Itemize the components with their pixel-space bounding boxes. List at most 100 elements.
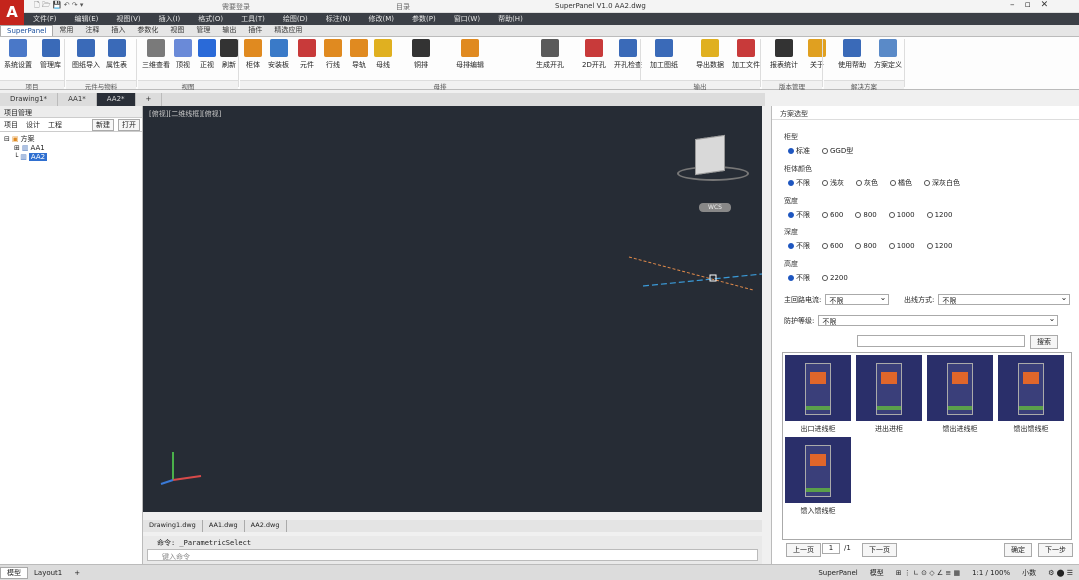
menu-edit[interactable]: 编辑(E)	[66, 14, 108, 24]
radio-option[interactable]: 2200	[822, 273, 848, 283]
radio-option[interactable]: 不限	[788, 178, 810, 188]
confirm-button[interactable]: 确定	[1004, 543, 1032, 557]
radio-option[interactable]: 1200	[926, 210, 952, 220]
radio-button-icon[interactable]	[855, 243, 862, 249]
file-tab-drawing1[interactable]: Drawing1.dwg	[143, 520, 203, 532]
main-current-select[interactable]: 不限	[825, 293, 890, 305]
radio-option[interactable]: 1200	[926, 241, 952, 251]
radio-option[interactable]: 不限	[788, 210, 810, 220]
ribbon-button-14[interactable]: 铜排	[412, 39, 430, 70]
ribbon-button-3[interactable]: 属性表	[106, 39, 127, 70]
radio-option[interactable]: 灰色	[856, 178, 878, 188]
radio-button-icon[interactable]	[926, 212, 933, 218]
prev-page-button[interactable]: 上一页	[786, 543, 821, 557]
units-readout[interactable]: 小数	[1016, 568, 1042, 578]
ribbon-button-7[interactable]: 刷新	[220, 39, 238, 70]
radio-option[interactable]: 800	[855, 241, 877, 251]
status-tools[interactable]: ⚙ ⬤ ☰	[1042, 569, 1079, 577]
ribbon-button-11[interactable]: 行线	[324, 39, 342, 70]
radio-button-icon[interactable]	[788, 148, 794, 154]
tab-project[interactable]: 项目	[2, 120, 20, 130]
protection-select[interactable]: 不限	[818, 314, 1059, 326]
new-button[interactable]: 新建	[92, 118, 114, 131]
menu-insert[interactable]: 插入(I)	[150, 14, 190, 24]
ribbon-button-0[interactable]: 系统设置	[4, 39, 32, 70]
doc-tab-aa1[interactable]: AA1*	[58, 93, 97, 106]
ribbon-button-2[interactable]: 图纸导入	[72, 39, 100, 70]
radio-button-icon[interactable]	[822, 212, 828, 218]
radio-button-icon[interactable]	[822, 148, 828, 154]
outlet-mode-select[interactable]: 不限	[938, 293, 1071, 305]
scheme-thumbnail[interactable]: 馈入馈线柜	[785, 437, 851, 516]
radio-option[interactable]: 不限	[788, 241, 810, 251]
radio-option[interactable]: GGD型	[822, 146, 853, 156]
ribbon-button-8[interactable]: 柜体	[244, 39, 262, 70]
window-controls[interactable]: –▫✕	[1010, 0, 1058, 10]
quick-access-toolbar[interactable]: 🗋 🗁 💾 ↶ ↷ ▾	[34, 1, 83, 12]
ribbon-button-9[interactable]: 安装板	[268, 39, 289, 70]
ribbon-button-17[interactable]: 2D开孔	[582, 39, 606, 70]
menu-tools[interactable]: 工具(T)	[232, 14, 274, 24]
radio-option[interactable]: 浅灰	[822, 178, 844, 188]
search-input[interactable]	[857, 335, 1025, 347]
menu-format[interactable]: 格式(O)	[189, 14, 232, 24]
ribbon-button-6[interactable]: 正视	[198, 39, 216, 70]
next-page-button[interactable]: 下一页	[862, 543, 897, 557]
tab-engineering[interactable]: 工程	[46, 120, 64, 130]
ribbon-button-19[interactable]: 加工图纸	[650, 39, 678, 70]
menu-draw[interactable]: 绘图(D)	[274, 14, 317, 24]
radio-option[interactable]: 1000	[888, 241, 915, 251]
radio-button-icon[interactable]	[822, 275, 828, 281]
ribbon-button-13[interactable]: 母线	[374, 39, 392, 70]
radio-button-icon[interactable]	[890, 180, 896, 186]
radio-button-icon[interactable]	[888, 212, 895, 218]
next-step-button[interactable]: 下一步	[1038, 543, 1073, 557]
scheme-thumbnail[interactable]: 出口进线柜	[785, 355, 851, 434]
app-menu-button[interactable]: A	[0, 0, 24, 26]
radio-button-icon[interactable]	[788, 180, 794, 186]
ribbon-button-21[interactable]: 加工文件	[732, 39, 760, 70]
tab-design[interactable]: 设计	[24, 120, 42, 130]
new-tab-button[interactable]: +	[136, 93, 163, 106]
ribbon-button-23[interactable]: 关于	[808, 39, 826, 70]
scheme-thumbnail[interactable]: 馈出馈线柜	[998, 355, 1064, 434]
ribbon-button-22[interactable]: 报表统计	[770, 39, 798, 70]
ribbon-button-10[interactable]: 元件	[298, 39, 316, 70]
menu-file[interactable]: 文件(F)	[24, 14, 66, 24]
tab-insert[interactable]: 插入	[105, 24, 131, 36]
ribbon-button-5[interactable]: 顶视	[174, 39, 192, 70]
radio-button-icon[interactable]	[926, 243, 933, 249]
tree-item-aa1[interactable]: ⊞ ▥ AA1	[4, 143, 138, 152]
ribbon-button-1[interactable]: 管理库	[40, 39, 61, 70]
ribbon-button-15[interactable]: 母排编辑	[456, 39, 484, 70]
drawing-viewport[interactable]: [俯视][二维线框][俯视] WCS	[143, 106, 762, 512]
radio-button-icon[interactable]	[822, 180, 828, 186]
search-button[interactable]: 搜索	[1030, 335, 1058, 349]
ribbon-button-12[interactable]: 导轨	[350, 39, 368, 70]
menu-modify[interactable]: 修改(M)	[359, 14, 403, 24]
tab-featured-apps[interactable]: 精选应用	[268, 24, 308, 36]
radio-button-icon[interactable]	[888, 243, 895, 249]
scheme-thumbnail[interactable]: 进出进柜	[856, 355, 922, 434]
ribbon-button-4[interactable]: 三维查看	[142, 39, 170, 70]
tab-manage[interactable]: 管理	[190, 24, 216, 36]
menu-window[interactable]: 窗口(W)	[445, 14, 489, 24]
radio-option[interactable]: 600	[822, 241, 843, 251]
radio-button-icon[interactable]	[822, 243, 828, 249]
doc-tab-drawing1[interactable]: Drawing1*	[0, 93, 59, 106]
viewport-label[interactable]: [俯视][二维线框][俯视]	[149, 109, 221, 119]
tab-home[interactable]: 常用	[53, 24, 79, 36]
add-layout-button[interactable]: +	[68, 569, 86, 577]
tree-root[interactable]: ⊟ ▣ 方案	[4, 134, 138, 143]
radio-button-icon[interactable]	[856, 180, 862, 186]
scheme-thumbnail[interactable]: 馈出进线柜	[927, 355, 993, 434]
radio-option[interactable]: 1000	[888, 210, 915, 220]
radio-option[interactable]: 深灰白色	[924, 178, 960, 188]
ribbon-button-18[interactable]: 开孔检查	[614, 39, 642, 70]
command-input[interactable]: 键入命令	[147, 549, 758, 561]
radio-button-icon[interactable]	[855, 212, 862, 218]
tab-parametric[interactable]: 参数化	[131, 24, 164, 36]
tab-superpanel[interactable]: SuperPanel	[0, 25, 54, 36]
model-tab[interactable]: 模型	[0, 566, 28, 579]
ribbon-button-20[interactable]: 导出数据	[696, 39, 724, 70]
